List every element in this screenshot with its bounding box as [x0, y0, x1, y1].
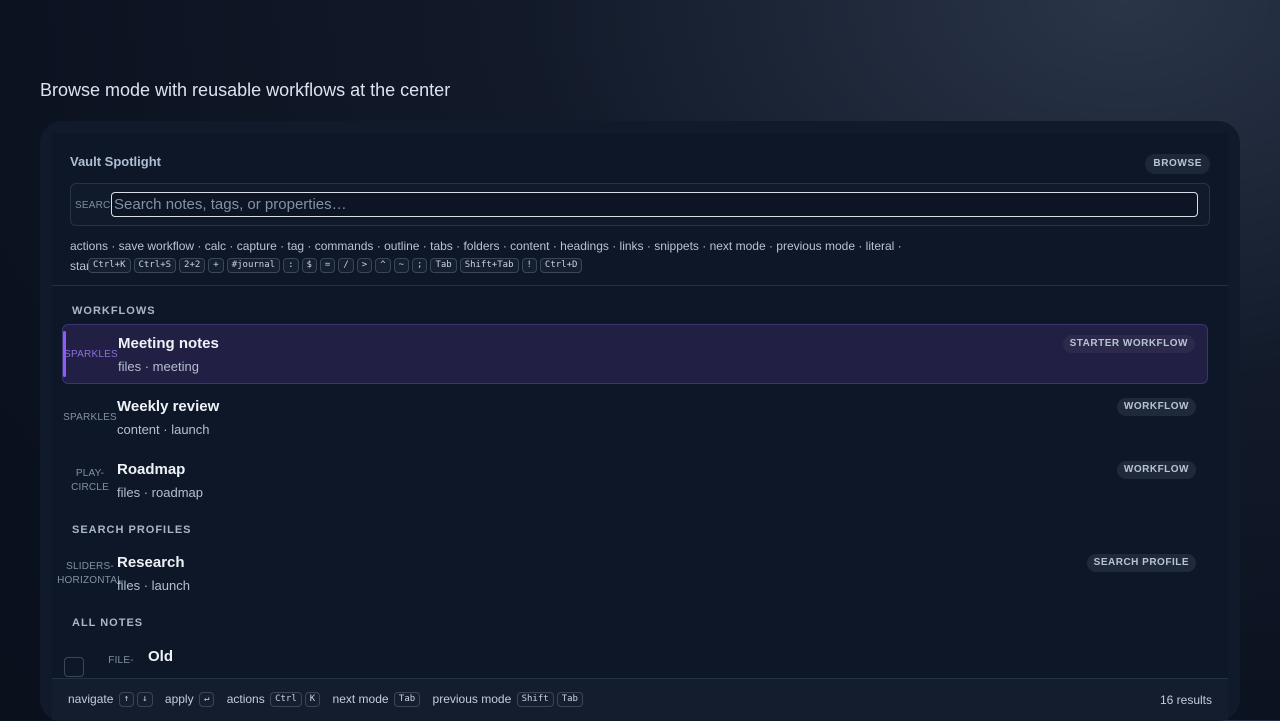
results-count: 16 results [1159, 693, 1212, 707]
result-meeting-notes[interactable]: SPARKLES Meeting notes files · meeting S… [62, 324, 1208, 384]
result-research[interactable]: SLIDERS- HORIZONTAL Research files · lau… [57, 544, 1208, 604]
section-all-notes: ALL NOTES [72, 617, 144, 629]
footer-label: apply [164, 692, 194, 706]
result-badge: STARTER WORKFLOW [1062, 335, 1195, 353]
footer-label: next mode [332, 692, 389, 706]
kbd-key: ^ [375, 258, 391, 274]
play-circle-icon: PLAY- CIRCLE [62, 467, 118, 495]
kbd-key: ↑ [118, 692, 135, 708]
footer-navigate: navigate ↑ ↓ [68, 692, 154, 708]
search-input[interactable] [111, 192, 1198, 217]
kbd-key: Tab [556, 692, 583, 708]
sparkles-icon: SPARKLES [63, 412, 117, 423]
kbd-key: Ctrl+K [88, 258, 131, 274]
kbd-key: ~ [393, 258, 410, 274]
kbd-key: K [304, 692, 321, 708]
result-roadmap[interactable]: PLAY- CIRCLE Roadmap files · roadmap WOR… [62, 451, 1208, 511]
kbd-key: Ctrl [270, 692, 302, 708]
result-title: Meeting notes [118, 335, 219, 352]
result-title: Weekly review [117, 398, 220, 415]
footer-label: previous mode [432, 692, 512, 706]
panel-header: Vault Spotlight BROWSE [70, 153, 1210, 175]
icon-label-line: PLAY- [75, 468, 105, 479]
result-weekly-review[interactable]: SPARKLES Weekly review content · launch … [62, 388, 1208, 448]
result-title: Old [148, 648, 173, 665]
section-workflows: WORKFLOWS [72, 305, 156, 317]
footer-next-mode: next mode Tab [332, 692, 422, 708]
result-meta: files · launch [117, 578, 190, 593]
footer-actions: actions Ctrl K [226, 692, 321, 708]
result-badge: WORKFLOW [1116, 398, 1196, 416]
result-meta: files · meeting [118, 359, 199, 374]
footer-label: navigate [68, 692, 114, 706]
kbd-key: / [338, 258, 354, 274]
footer-label: actions [226, 692, 265, 706]
search-box: SEARCH [70, 183, 1210, 226]
page-heading: Browse mode with reusable workflows at t… [40, 80, 451, 100]
sparkles-icon: SPARKLES [64, 349, 118, 360]
icon-label-line: SLIDERS- [66, 561, 114, 572]
kbd-key: Shift+Tab [459, 258, 519, 274]
result-title: Research [117, 554, 185, 571]
footer-apply: apply ↵ [164, 692, 215, 708]
kbd-key: #journal [226, 258, 281, 274]
sliders-horizontal-icon: SLIDERS- HORIZONTAL [56, 560, 124, 588]
kbd-key: ↵ [198, 692, 215, 708]
kbd-key: + [208, 258, 224, 274]
kbd-key: Ctrl+D [539, 258, 583, 274]
kbd-key: Tab [393, 692, 421, 708]
kbd-key: Shift [516, 692, 554, 708]
footer-bar: navigate ↑ ↓ apply ↵ actions Ctrl K next m… [52, 678, 1228, 720]
footer-shortcuts: navigate ↑ ↓ apply ↵ actions Ctrl K next m… [68, 692, 592, 708]
icon-label-line: HORIZONTAL [57, 575, 123, 586]
hint-shortcuts: startCtrl+KCtrl+S2+2+#journal:$=/>^~;Tab… [70, 257, 585, 274]
mode-badge[interactable]: BROWSE [1145, 154, 1210, 174]
kbd-key: ↓ [137, 692, 153, 708]
kbd-key: : [283, 258, 299, 274]
kbd-key: ! [521, 258, 537, 274]
kbd-key: 2+2 [179, 258, 206, 274]
result-meta: content · launch [117, 422, 210, 437]
result-badge: SEARCH PROFILE [1086, 554, 1196, 572]
section-search-profiles: SEARCH PROFILES [72, 524, 192, 536]
kbd-key: ; [412, 258, 428, 274]
hint-start-label: start [70, 258, 88, 273]
spotlight-panel: Vault Spotlight BROWSE SEARCH actions · … [52, 133, 1228, 720]
hint-commands: actions · save workflow · calc · capture… [70, 239, 902, 253]
kbd-key: = [319, 258, 336, 274]
file-icon: FILE- [108, 655, 134, 666]
panel-title: Vault Spotlight [70, 154, 161, 169]
icon-label-line: CIRCLE [71, 482, 109, 493]
kbd-key: > [356, 258, 373, 274]
divider [52, 285, 1228, 286]
kbd-key: Tab [430, 258, 457, 274]
footer-previous-mode: previous mode Shift Tab [432, 692, 584, 708]
result-meta: files · roadmap [117, 485, 203, 500]
result-title: Roadmap [117, 461, 186, 478]
kbd-key: $ [301, 258, 317, 274]
result-badge: WORKFLOW [1116, 461, 1196, 479]
kbd-key: Ctrl+S [133, 258, 177, 274]
